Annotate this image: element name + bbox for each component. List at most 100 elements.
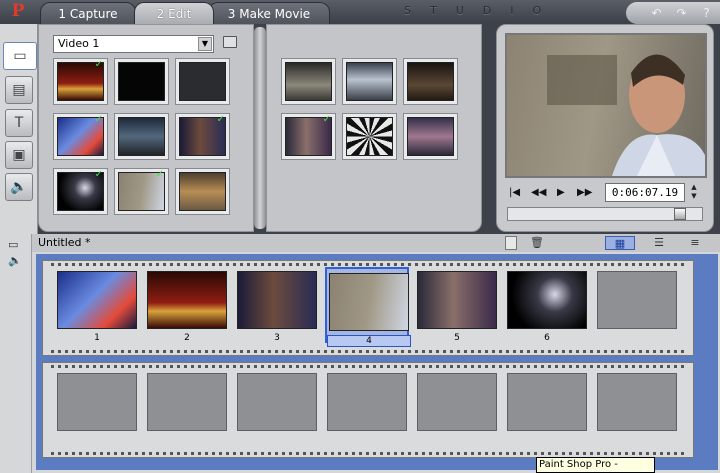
- empty-storyboard-slot[interactable]: [597, 373, 677, 431]
- filmstrip-row-1: 1 2 3 4 5 6: [42, 260, 694, 356]
- chevron-down-icon[interactable]: ▼: [198, 37, 212, 51]
- scene-image: [179, 172, 226, 211]
- scrubber-bar[interactable]: [507, 207, 703, 221]
- album-scene-thumbnail[interactable]: [342, 58, 397, 105]
- album-scene-thumbnail[interactable]: [403, 113, 458, 160]
- clip-thumbnail: [329, 273, 409, 331]
- scene-image: [346, 117, 393, 156]
- clip-thumbnail: [417, 271, 497, 329]
- used-checkmark-icon: ✓: [94, 169, 103, 180]
- scene-image: [179, 62, 226, 101]
- empty-storyboard-slot[interactable]: [417, 373, 497, 431]
- camera-tool-icon[interactable]: ▭: [8, 238, 18, 251]
- clip-number: 4: [327, 335, 411, 347]
- scene-image: [285, 62, 332, 101]
- clip-thumbnail: [57, 271, 137, 329]
- text-view-icon[interactable]: ≡: [680, 236, 710, 250]
- album-right-page: ✓: [266, 24, 482, 232]
- player-panel: |◀ ◀◀ ▶ ▶▶ 0:06:07.19 ▲ ▼: [496, 24, 714, 232]
- tab-capture[interactable]: 1 Capture: [40, 2, 136, 24]
- timeline-view-icon[interactable]: ☰: [644, 236, 674, 250]
- album-section-select[interactable]: Video 1 ▼: [53, 35, 214, 53]
- titles-icon[interactable]: T: [5, 109, 33, 137]
- album-tools-strip: ▭ ▤ T ▣ 🔈: [0, 24, 38, 234]
- trash-icon[interactable]: 🗑: [530, 236, 544, 250]
- album-scene-thumbnail[interactable]: [114, 113, 169, 160]
- used-checkmark-icon: ✓: [216, 114, 225, 125]
- album-scene-thumbnail[interactable]: ✓: [53, 168, 108, 215]
- album-scene-thumbnail[interactable]: ✓: [53, 113, 108, 160]
- go-to-start-icon[interactable]: |◀: [509, 185, 520, 201]
- redo-icon[interactable]: ↷: [673, 5, 690, 21]
- album-scene-thumbnail[interactable]: ✓: [53, 58, 108, 105]
- album-scene-thumbnail[interactable]: [403, 58, 458, 105]
- preview-image: [547, 54, 705, 176]
- empty-storyboard-slot[interactable]: [147, 373, 227, 431]
- rewind-icon[interactable]: ◀◀: [531, 185, 546, 201]
- storyboard-clip[interactable]: 5: [415, 267, 499, 343]
- album-section-value: Video 1: [58, 37, 100, 50]
- empty-storyboard-slot[interactable]: [597, 271, 677, 329]
- brand-label: STUDIO: [404, 4, 561, 17]
- scene-image: [118, 62, 165, 101]
- storyboard-clip[interactable]: 4: [325, 267, 411, 347]
- tooltip: Paint Shop Pro - Image5: [536, 457, 655, 473]
- album-scene-thumbnail[interactable]: [114, 58, 169, 105]
- sound-effects-icon[interactable]: 🔈: [5, 173, 33, 201]
- storyboard-view-icon[interactable]: ▦: [605, 236, 635, 250]
- transitions-icon[interactable]: ▤: [5, 76, 33, 104]
- used-checkmark-icon: ✓: [322, 114, 331, 125]
- empty-storyboard-slot[interactable]: [507, 373, 587, 431]
- clip-number: 5: [454, 333, 460, 343]
- empty-storyboard-slot[interactable]: [57, 373, 137, 431]
- tab-edit[interactable]: 2 Edit: [134, 2, 214, 24]
- clip-thumbnail: [237, 271, 317, 329]
- album-scene-thumbnail[interactable]: ✓: [281, 113, 336, 160]
- movie-tools-strip: ▭ 🔈: [0, 234, 32, 473]
- scene-image: [407, 117, 454, 156]
- clip-number: 3: [274, 333, 280, 343]
- timecode-stepper[interactable]: ▲ ▼: [687, 183, 701, 202]
- clip-thumbnail: [507, 271, 587, 329]
- movie-title: Untitled *: [38, 236, 91, 249]
- album-scene-thumbnail[interactable]: ✓: [175, 113, 230, 160]
- used-checkmark-icon: ✓: [94, 59, 103, 70]
- album-scene-thumbnail[interactable]: [175, 58, 230, 105]
- filmstrip-row-2: [42, 362, 694, 458]
- help-icon[interactable]: ?: [698, 5, 715, 21]
- album-scene-thumbnail[interactable]: [281, 58, 336, 105]
- empty-storyboard-slot[interactable]: [237, 373, 317, 431]
- clip-number: 1: [94, 333, 100, 343]
- empty-storyboard-slot[interactable]: [327, 373, 407, 431]
- scene-image: [346, 62, 393, 101]
- pinnacle-logo: P: [11, 1, 25, 21]
- storyboard-clip[interactable]: 3: [235, 267, 319, 343]
- scene-image: [118, 117, 165, 156]
- play-icon[interactable]: ▶: [557, 185, 565, 201]
- storyboard-clip[interactable]: 2: [145, 267, 229, 343]
- undo-icon[interactable]: ↶: [648, 5, 665, 21]
- storyboard-clip[interactable]: 1: [55, 267, 139, 343]
- video-album-icon[interactable]: ▭: [3, 42, 37, 70]
- used-checkmark-icon: ✓: [94, 114, 103, 125]
- tab-make-movie[interactable]: 3 Make Movie: [208, 2, 330, 24]
- still-images-icon[interactable]: ▣: [5, 141, 33, 169]
- timecode-display[interactable]: 0:06:07.19: [605, 183, 685, 202]
- album-scene-thumbnail[interactable]: [342, 113, 397, 160]
- razor-icon[interactable]: [505, 236, 517, 250]
- top-bar: P 1 Capture 3 Make Movie 2 Edit STUDIO ↶…: [0, 0, 720, 24]
- fast-forward-icon[interactable]: ▶▶: [577, 185, 592, 201]
- audio-tool-icon[interactable]: 🔈: [8, 254, 22, 267]
- album-scene-thumbnail[interactable]: ✓: [114, 168, 169, 215]
- movie-title-bar: Untitled * 🗑 ▦ ☰ ≡: [32, 234, 720, 252]
- clip-number: 2: [184, 333, 190, 343]
- folder-icon[interactable]: [223, 36, 237, 48]
- used-checkmark-icon: ✓: [155, 169, 164, 180]
- scrubber-handle[interactable]: [674, 208, 686, 220]
- album-scene-thumbnail[interactable]: [175, 168, 230, 215]
- player-controls: |◀ ◀◀ ▶ ▶▶ 0:06:07.19 ▲ ▼: [507, 183, 705, 203]
- storyboard-area: 1 2 3 4 5 6: [36, 254, 718, 470]
- top-button-area: ↶ ↷ ?: [626, 2, 720, 24]
- clip-thumbnail: [147, 271, 227, 329]
- storyboard-clip[interactable]: 6: [505, 267, 589, 343]
